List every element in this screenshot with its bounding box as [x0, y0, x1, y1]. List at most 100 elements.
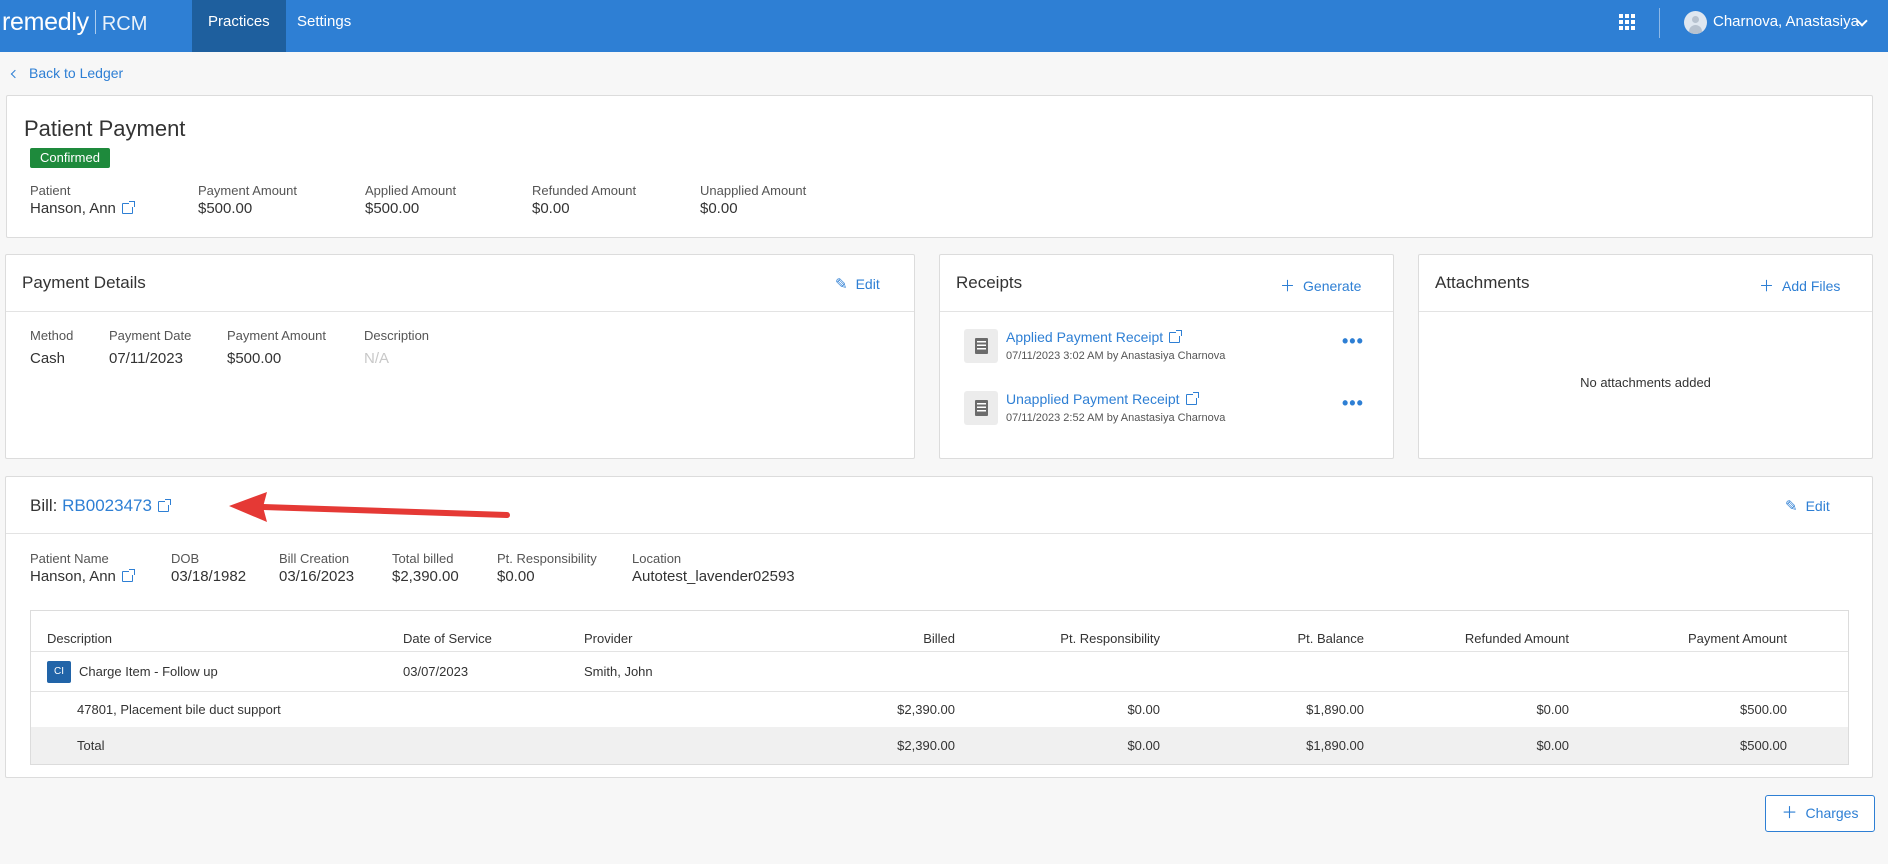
charges-label: Charges [1805, 805, 1859, 821]
total-pt-balance: $1,890.00 [1306, 738, 1364, 753]
bill-number: RB0023473 [62, 496, 152, 515]
refunded-amount-label: Refunded Amount [532, 183, 637, 198]
patient-link[interactable]: Hanson, Ann [30, 200, 135, 217]
total-row: Total $2,390.00 $0.00 $1,890.00 $0.00 $5… [31, 727, 1848, 764]
payment-details-title: Payment Details [22, 273, 146, 292]
total-billed: $2,390.00 [897, 738, 955, 753]
more-options-icon[interactable]: ••• [1342, 393, 1364, 414]
external-link-icon [1169, 330, 1183, 343]
pt-responsibility-label: Pt. Responsibility [497, 551, 597, 566]
applied-amount-label: Applied Amount [365, 183, 457, 198]
nav-tab-settings[interactable]: Settings [281, 0, 367, 52]
column-header-date-of-service: Date of Service [403, 631, 492, 646]
location-value: Autotest_lavender02593 [632, 568, 795, 585]
external-link-icon [121, 569, 135, 582]
total-payment: $500.00 [1740, 738, 1787, 753]
external-link-icon [1185, 392, 1199, 405]
receipt-document-icon [964, 391, 998, 425]
pencil-icon: ✎ [835, 276, 848, 293]
line-pt-balance: $1,890.00 [1306, 702, 1364, 717]
bill-edit-button[interactable]: ✎ Edit [1785, 497, 1830, 515]
description-label: Description [364, 328, 430, 343]
top-nav: remedly RCM Practices Settings Charnova, … [0, 0, 1888, 52]
line-billed: $2,390.00 [897, 702, 955, 717]
bill-patient-name: Hanson, Ann [30, 568, 116, 585]
back-label: Back to Ledger [29, 65, 124, 81]
receipts-card: Receipts ＋ Generate Applied Payment Recei… [939, 254, 1394, 459]
more-options-icon[interactable]: ••• [1342, 331, 1364, 352]
generate-receipt-button[interactable]: ＋ Generate [1280, 275, 1361, 296]
column-header-billed: Billed [923, 631, 955, 646]
line-description: 47801, Placement bile duct support [77, 702, 281, 717]
unapplied-amount-value: $0.00 [700, 200, 738, 217]
bill-creation-label: Bill Creation [279, 551, 350, 566]
add-files-button[interactable]: ＋ Add Files [1759, 275, 1840, 296]
column-header-provider: Provider [584, 631, 633, 646]
avatar[interactable] [1684, 11, 1707, 34]
charge-item-description: Charge Item - Follow up [79, 664, 218, 679]
nav-tab-practices[interactable]: Practices [192, 0, 286, 52]
refunded-amount-value: $0.00 [532, 200, 570, 217]
bill-patient-name-label: Patient Name [30, 551, 109, 566]
add-files-label: Add Files [1782, 278, 1841, 294]
attachments-title: Attachments [1435, 273, 1530, 292]
column-header-payment-amount: Payment Amount [1688, 631, 1787, 646]
edit-label: Edit [1805, 498, 1830, 514]
payment-amount-label: Payment Amount [198, 183, 297, 198]
description-value: N/A [364, 350, 390, 367]
bill-title: Bill: RB0023473 [30, 496, 171, 516]
patient-label: Patient [30, 183, 71, 198]
chevron-left-icon [10, 69, 20, 79]
row-divider [31, 651, 1848, 652]
unapplied-amount-label: Unapplied Amount [700, 183, 807, 198]
charge-item-provider: Smith, John [584, 664, 653, 679]
receipt-document-icon [964, 329, 998, 363]
unapplied-payment-receipt-link[interactable]: Unapplied Payment Receipt [1006, 391, 1199, 407]
applied-payment-receipt-link[interactable]: Applied Payment Receipt [1006, 329, 1183, 345]
location-label: Location [632, 551, 682, 566]
external-link-icon [121, 201, 135, 214]
total-label: Total [77, 738, 105, 753]
user-name[interactable]: Charnova, Anastasiya [1713, 13, 1859, 30]
line-pt-responsibility: $0.00 [1127, 702, 1160, 717]
plus-icon: ＋ [1759, 278, 1775, 295]
detail-payment-amount-value: $500.00 [227, 350, 282, 367]
add-charges-button[interactable]: ＋ Charges [1765, 795, 1875, 832]
patient-name: Hanson, Ann [30, 200, 116, 217]
attachments-card: Attachments ＋ Add Files No attachments ad… [1418, 254, 1873, 459]
generate-label: Generate [1303, 278, 1362, 294]
bill-patient-link[interactable]: Hanson, Ann [30, 568, 135, 585]
payment-date-label: Payment Date [109, 328, 192, 343]
logo[interactable]: remedly RCM [2, 8, 147, 38]
method-value: Cash [30, 350, 66, 367]
pencil-icon: ✎ [1785, 498, 1798, 515]
dob-value: 03/18/1982 [171, 568, 247, 585]
applied-amount-value: $500.00 [365, 200, 420, 217]
line-refunded: $0.00 [1536, 702, 1569, 717]
apps-grid-icon[interactable] [1619, 14, 1635, 30]
total-pt-responsibility: $0.00 [1127, 738, 1160, 753]
logo-divider [94, 10, 96, 34]
back-to-ledger-link[interactable]: Back to Ledger [10, 65, 124, 81]
method-label: Method [30, 328, 74, 343]
total-billed-value: $2,390.00 [392, 568, 459, 585]
payment-details-header: Payment Details ✎ Edit [6, 255, 914, 312]
attachments-header: Attachments ＋ Add Files [1419, 255, 1872, 312]
edit-label: Edit [855, 276, 880, 292]
column-header-description: Description [47, 631, 113, 646]
receipts-header: Receipts ＋ Generate [940, 255, 1393, 312]
nav-divider [1659, 8, 1660, 38]
bill-number-link[interactable]: RB0023473 [62, 496, 171, 515]
status-badge: Confirmed [30, 148, 110, 168]
payment-details-edit-button[interactable]: ✎ Edit [835, 275, 880, 293]
charge-item-badge: CI [47, 661, 71, 683]
dob-label: DOB [171, 551, 200, 566]
bill-creation-value: 03/16/2023 [279, 568, 355, 585]
receipt-meta: 07/11/2023 3:02 AM by Anastasiya Charnov… [1006, 350, 1226, 362]
column-header-refunded-amount: Refunded Amount [1464, 631, 1569, 646]
receipt-name: Applied Payment Receipt [1006, 329, 1164, 345]
total-refunded: $0.00 [1536, 738, 1569, 753]
attachments-empty-text: No attachments added [1580, 375, 1711, 390]
payment-details-card: Payment Details ✎ Edit Method Cash Paymen… [5, 254, 915, 459]
receipt-name: Unapplied Payment Receipt [1006, 391, 1180, 407]
